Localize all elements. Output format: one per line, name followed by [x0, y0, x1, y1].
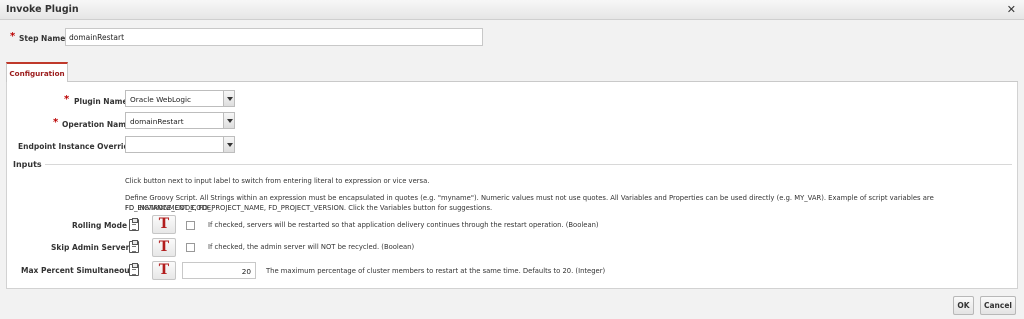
toggle-expression-button[interactable]: T: [152, 261, 176, 280]
plugin-name-select[interactable]: Oracle WebLogic: [125, 90, 235, 107]
dialog-title: Invoke Plugin: [6, 4, 79, 15]
endpoint-override-label: Endpoint Instance Override: [18, 142, 134, 151]
ok-button[interactable]: OK: [953, 296, 974, 315]
tab-strip: Configuration: [6, 60, 1018, 83]
chevron-down-icon[interactable]: [223, 91, 234, 106]
dialog-titlebar: Invoke Plugin ✕: [0, 0, 1024, 20]
section-divider: [45, 164, 1012, 165]
required-marker: *: [10, 31, 16, 42]
help-text-toggle: Click button next to input label to swit…: [125, 177, 430, 185]
chevron-down-icon[interactable]: [223, 137, 234, 152]
skip-admin-server-checkbox[interactable]: [186, 243, 195, 252]
step-name-input[interactable]: domainRestart: [65, 28, 483, 46]
clipboard-icon[interactable]: [129, 263, 139, 276]
plugin-name-value: Oracle WebLogic: [130, 95, 192, 104]
tab-configuration[interactable]: Configuration: [6, 62, 68, 83]
operation-name-value: domainRestart: [130, 117, 184, 126]
help-text-groovy-2: FD_INSTANCE_CODE, FD_PROJECT_NAME, FD_PR…: [125, 204, 493, 212]
toggle-expression-button[interactable]: T: [152, 238, 176, 257]
inputs-section-title: Inputs: [13, 160, 42, 169]
rolling-mode-label: Rolling Mode: [72, 221, 128, 230]
max-percent-label: Max Percent Simultaneous: [21, 266, 135, 275]
endpoint-override-select[interactable]: [125, 136, 235, 153]
operation-name-label: Operation Name: [62, 120, 132, 129]
plugin-name-label: Plugin Name: [74, 97, 128, 106]
max-percent-description: The maximum percentage of cluster member…: [266, 267, 606, 275]
invoke-plugin-dialog: Invoke Plugin ✕ * Step Name domainRestar…: [0, 0, 1024, 319]
toggle-expression-button[interactable]: T: [152, 215, 176, 234]
chevron-down-icon[interactable]: [223, 113, 234, 128]
max-percent-input[interactable]: 20: [182, 262, 256, 279]
clipboard-icon[interactable]: [129, 218, 139, 231]
rolling-mode-checkbox[interactable]: [186, 221, 195, 230]
required-marker: *: [64, 94, 70, 105]
clipboard-icon[interactable]: [129, 240, 139, 253]
step-name-label: Step Name: [19, 34, 66, 43]
cancel-button[interactable]: Cancel: [980, 296, 1016, 315]
operation-name-select[interactable]: domainRestart: [125, 112, 235, 129]
required-marker: *: [53, 117, 59, 128]
rolling-mode-description: If checked, servers will be restarted so…: [208, 221, 599, 229]
skip-admin-server-description: If checked, the admin server will NOT be…: [208, 243, 415, 251]
close-icon[interactable]: ✕: [1007, 3, 1016, 16]
skip-admin-server-label: Skip Admin Server: [51, 243, 130, 252]
